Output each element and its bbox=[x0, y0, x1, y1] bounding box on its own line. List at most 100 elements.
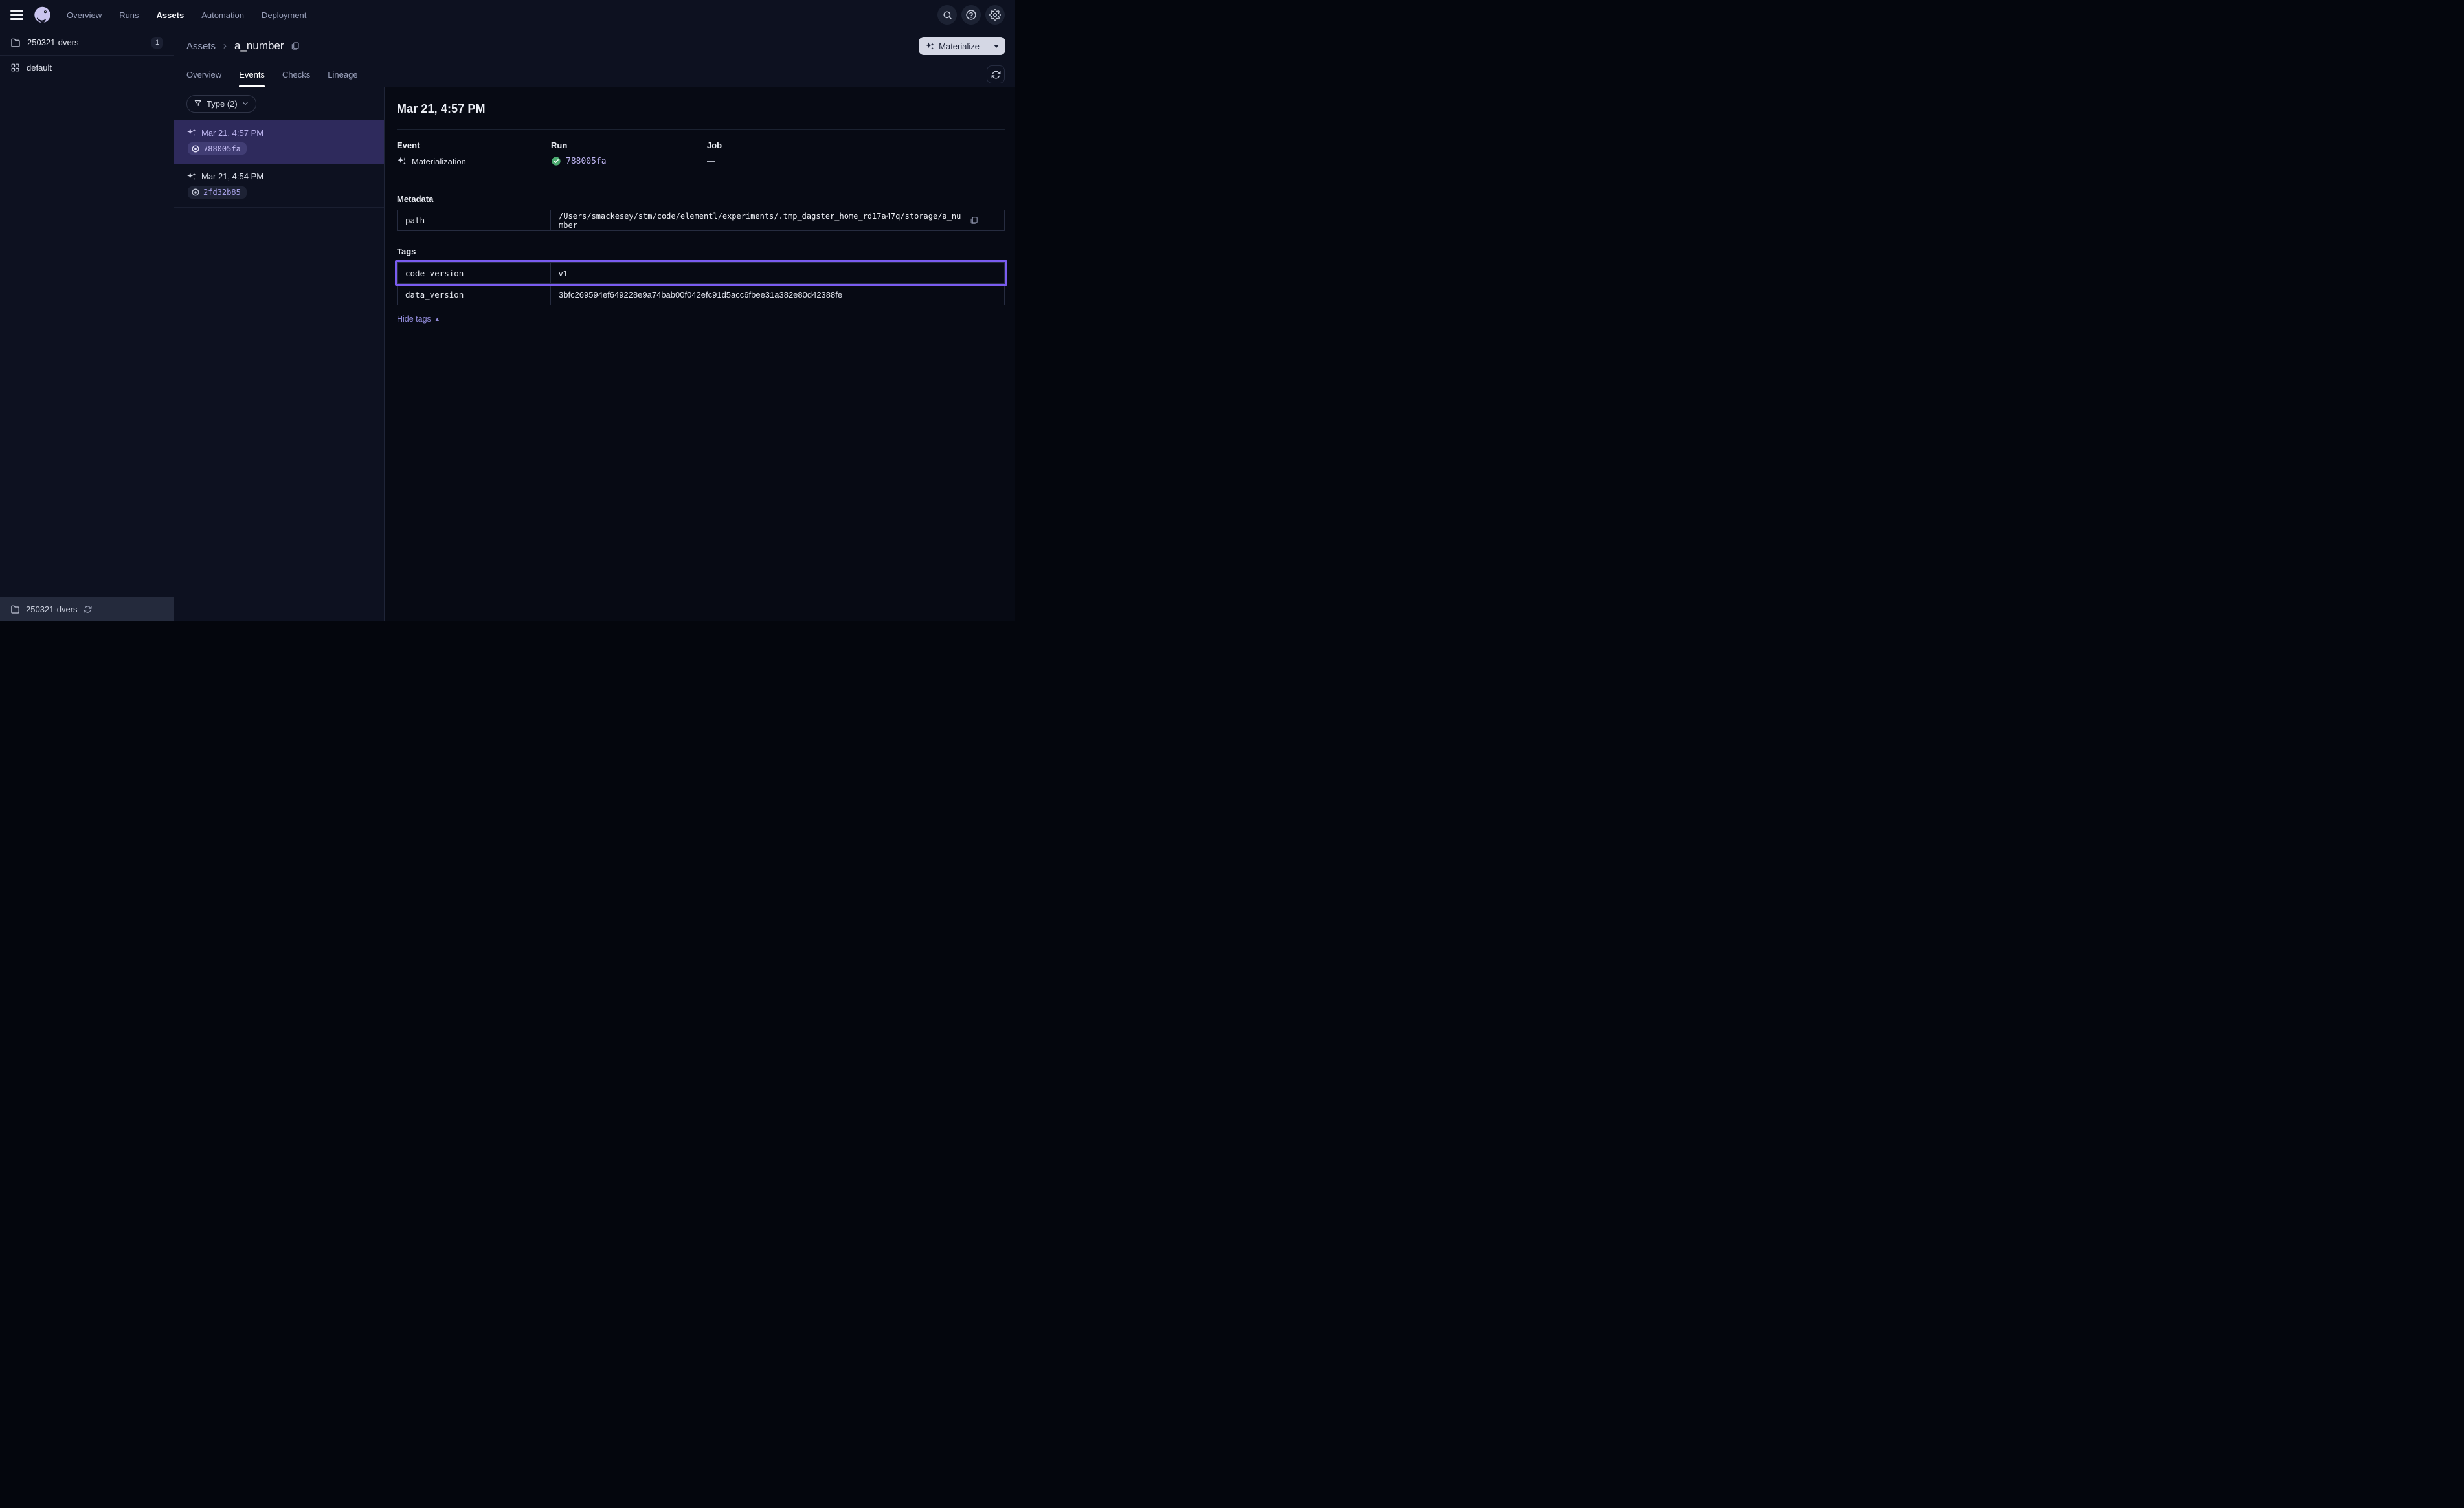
chevron-right-icon bbox=[221, 43, 229, 50]
help-button[interactable] bbox=[961, 5, 981, 25]
tag-value: v1 bbox=[551, 263, 1005, 284]
filter-funnel-icon bbox=[194, 99, 203, 108]
tab-events[interactable]: Events bbox=[239, 62, 265, 87]
table-row: path /Users/smackesey/stm/code/elementl/… bbox=[398, 210, 1005, 231]
event-summary-columns: Event Materialization Run 788005fa bbox=[397, 140, 1005, 166]
materialize-dropdown-button[interactable] bbox=[987, 37, 1005, 55]
materialization-sparkles-icon bbox=[397, 156, 407, 166]
folder-icon bbox=[10, 604, 20, 614]
sparkles-icon bbox=[925, 41, 935, 51]
help-icon bbox=[965, 9, 977, 21]
event-detail-title: Mar 21, 4:57 PM bbox=[397, 102, 1005, 116]
tags-heading: Tags bbox=[397, 247, 1005, 256]
event-column-label: Event bbox=[397, 140, 551, 150]
dagster-logo[interactable] bbox=[32, 5, 52, 25]
event-type-value: Materialization bbox=[412, 157, 466, 166]
nav-item-overview[interactable]: Overview bbox=[67, 10, 102, 20]
event-list-panel: Type (2) Mar 21, 4:57 PM 788005fa bbox=[174, 87, 385, 621]
event-timestamp: Mar 21, 4:57 PM bbox=[201, 128, 263, 138]
asset-header: Assets a_number Materialize bbox=[174, 30, 1015, 62]
event-filter-row: Type (2) bbox=[174, 87, 384, 120]
asset-group-icon bbox=[10, 63, 20, 72]
caret-up-icon: ▲ bbox=[434, 316, 440, 322]
type-filter-button[interactable]: Type (2) bbox=[186, 95, 256, 113]
metadata-path-link[interactable]: /Users/smackesey/stm/code/elementl/exper… bbox=[559, 212, 964, 230]
page-title: a_number bbox=[234, 39, 284, 52]
materialization-sparkles-icon bbox=[186, 128, 197, 138]
hamburger-menu-icon[interactable] bbox=[10, 10, 23, 20]
metadata-key: path bbox=[398, 210, 551, 231]
group-label: default bbox=[27, 63, 52, 72]
table-row: code_version v1 bbox=[398, 263, 1005, 284]
asset-sidebar: 250321-dvers 1 default 250321-dvers bbox=[0, 30, 174, 621]
run-column-label: Run bbox=[551, 140, 707, 150]
topbar-actions bbox=[937, 5, 1005, 25]
materialize-button[interactable]: Materialize bbox=[919, 37, 987, 55]
breadcrumb: Assets a_number bbox=[186, 39, 300, 52]
run-id: 2fd32b85 bbox=[203, 188, 241, 197]
nav-item-assets[interactable]: Assets bbox=[157, 10, 185, 20]
sidebar-footer-code-location[interactable]: 250321-dvers bbox=[0, 597, 174, 621]
table-row: data_version 3bfc269594ef649228e9a74bab0… bbox=[398, 284, 1005, 305]
run-id-pill[interactable]: 2fd32b85 bbox=[188, 186, 247, 199]
copy-icon bbox=[290, 41, 300, 51]
run-id-pill[interactable]: 788005fa bbox=[188, 142, 247, 155]
refresh-button[interactable] bbox=[987, 65, 1005, 83]
main-nav: Overview Runs Assets Automation Deployme… bbox=[67, 10, 306, 20]
run-id: 788005fa bbox=[203, 144, 241, 153]
refresh-icon bbox=[991, 70, 1001, 80]
job-column-label: Job bbox=[707, 140, 1005, 150]
tab-overview[interactable]: Overview bbox=[186, 62, 221, 87]
event-column: Event Materialization bbox=[397, 140, 551, 166]
copy-icon bbox=[969, 216, 979, 225]
search-button[interactable] bbox=[937, 5, 957, 25]
tag-key: data_version bbox=[398, 284, 551, 305]
breadcrumb-assets-link[interactable]: Assets bbox=[186, 41, 216, 52]
hide-tags-label: Hide tags bbox=[397, 315, 431, 324]
materialize-split-button: Materialize bbox=[919, 37, 1005, 55]
empty-cell bbox=[987, 210, 1005, 231]
materialization-sparkles-icon bbox=[186, 172, 197, 182]
sidebar-item-code-location[interactable]: 250321-dvers 1 bbox=[0, 30, 174, 56]
type-filter-label: Type (2) bbox=[207, 99, 238, 109]
tab-checks[interactable]: Checks bbox=[282, 62, 310, 87]
event-detail-panel: Mar 21, 4:57 PM Event Materialization Ru… bbox=[385, 87, 1015, 621]
run-id-link[interactable]: 788005fa bbox=[566, 157, 607, 166]
reload-code-location-icon[interactable] bbox=[84, 605, 92, 614]
nav-item-runs[interactable]: Runs bbox=[119, 10, 139, 20]
nav-item-automation[interactable]: Automation bbox=[201, 10, 244, 20]
code-location-label: 250321-dvers bbox=[27, 38, 79, 47]
materialize-label: Materialize bbox=[939, 41, 980, 51]
hide-tags-link[interactable]: Hide tags ▲ bbox=[397, 315, 440, 324]
tag-value: 3bfc269594ef649228e9a74bab00f042efc91d5a… bbox=[551, 284, 1005, 305]
asset-tabs: Overview Events Checks Lineage bbox=[186, 62, 358, 87]
folder-icon bbox=[10, 38, 21, 48]
gear-icon bbox=[989, 9, 1001, 21]
copy-asset-key-button[interactable] bbox=[290, 41, 300, 51]
run-status-icon bbox=[191, 144, 200, 153]
tags-table: code_version v1 data_version 3bfc269594e… bbox=[397, 262, 1005, 305]
copy-path-button[interactable] bbox=[969, 216, 979, 225]
divider bbox=[397, 129, 1005, 130]
asset-tabs-row: Overview Events Checks Lineage bbox=[174, 62, 1015, 87]
event-list-item[interactable]: Mar 21, 4:57 PM 788005fa bbox=[174, 120, 384, 164]
tag-key: code_version bbox=[398, 263, 551, 284]
footer-code-location-label: 250321-dvers bbox=[26, 604, 78, 614]
metadata-heading: Metadata bbox=[397, 194, 1005, 204]
chevron-down-icon bbox=[241, 100, 249, 107]
asset-count-badge: 1 bbox=[151, 37, 163, 49]
job-column: Job — bbox=[707, 140, 1005, 166]
metadata-table: path /Users/smackesey/stm/code/elementl/… bbox=[397, 210, 1005, 231]
sidebar-item-group-default[interactable]: default bbox=[0, 56, 174, 80]
nav-item-deployment[interactable]: Deployment bbox=[262, 10, 306, 20]
run-status-icon bbox=[191, 188, 200, 197]
tab-lineage[interactable]: Lineage bbox=[328, 62, 357, 87]
app-window: Overview Runs Assets Automation Deployme… bbox=[0, 0, 1015, 621]
run-column: Run 788005fa bbox=[551, 140, 707, 166]
event-timestamp: Mar 21, 4:54 PM bbox=[201, 172, 263, 181]
settings-button[interactable] bbox=[985, 5, 1005, 25]
job-empty-value: — bbox=[707, 156, 715, 166]
run-success-icon bbox=[551, 156, 561, 166]
caret-down-icon bbox=[994, 45, 999, 48]
event-list-item[interactable]: Mar 21, 4:54 PM 2fd32b85 bbox=[174, 164, 384, 208]
